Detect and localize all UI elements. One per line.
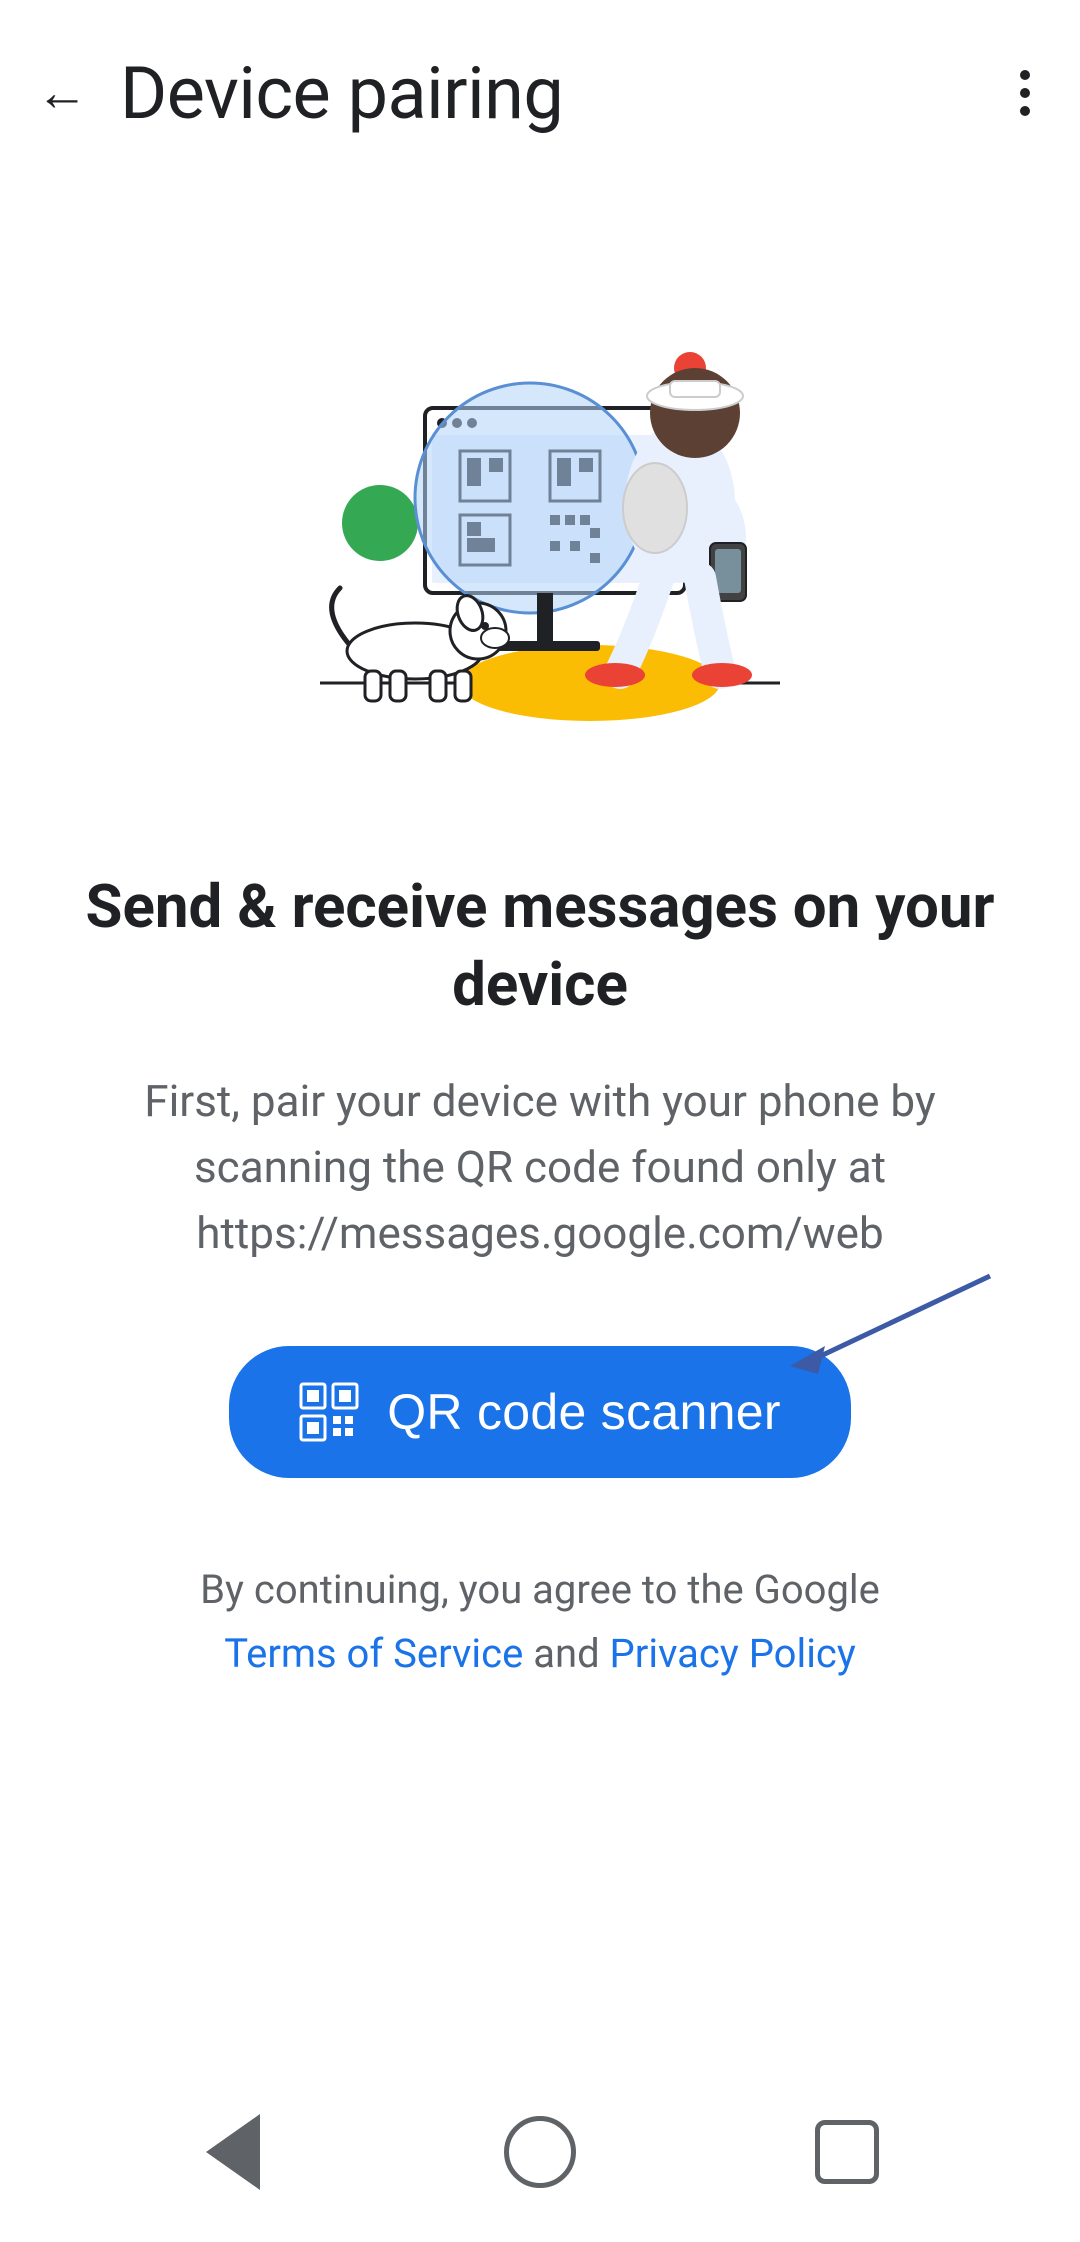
footer-and-text: and bbox=[533, 1630, 599, 1677]
header: ← Device pairing bbox=[0, 0, 1080, 158]
header-left: ← Device pairing bbox=[36, 51, 563, 136]
back-button[interactable]: ← bbox=[36, 67, 88, 119]
arrow-annotation bbox=[780, 1266, 1000, 1396]
content-area: Send & receive messages on your device F… bbox=[0, 838, 1080, 1686]
sub-description: First, pair your device with your phone … bbox=[80, 1068, 1000, 1266]
qr-button-label: QR code scanner bbox=[387, 1383, 781, 1441]
back-icon bbox=[206, 2114, 260, 2190]
nav-recents-button[interactable] bbox=[807, 2112, 887, 2192]
footer-text-before: By continuing, you agree to the Google bbox=[200, 1566, 880, 1613]
nav-back-button[interactable] bbox=[193, 2112, 273, 2192]
bottom-navigation-bar bbox=[0, 2062, 1080, 2242]
terms-of-service-link[interactable]: Terms of Service bbox=[224, 1630, 523, 1677]
recents-icon bbox=[815, 2120, 879, 2184]
qr-code-icon bbox=[299, 1382, 359, 1442]
qr-code-scanner-button[interactable]: QR code scanner bbox=[229, 1346, 851, 1478]
dot bbox=[1020, 88, 1030, 98]
more-options-button[interactable] bbox=[1010, 60, 1040, 126]
home-icon bbox=[504, 2116, 576, 2188]
device-pairing-illustration bbox=[260, 213, 820, 793]
page-title: Device pairing bbox=[120, 51, 563, 136]
main-heading: Send & receive messages on your device bbox=[80, 868, 1000, 1024]
button-area: QR code scanner bbox=[80, 1346, 1000, 1478]
illustration-area bbox=[0, 158, 1080, 838]
footer-text: By continuing, you agree to the Google Te… bbox=[80, 1558, 1000, 1686]
nav-home-button[interactable] bbox=[500, 2112, 580, 2192]
privacy-policy-link[interactable]: Privacy Policy bbox=[610, 1630, 856, 1677]
dot bbox=[1020, 106, 1030, 116]
dot bbox=[1020, 70, 1030, 80]
